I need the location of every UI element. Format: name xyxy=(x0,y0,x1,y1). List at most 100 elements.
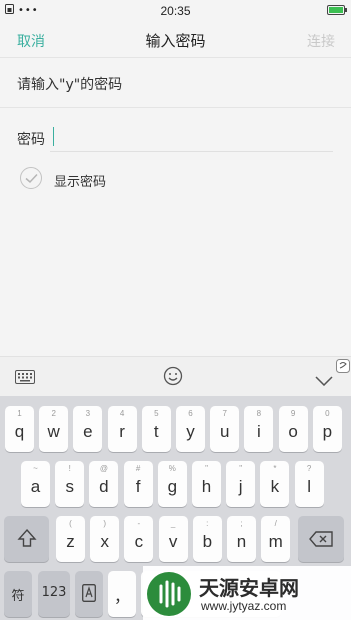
key-sub-label: 7 xyxy=(222,409,227,418)
key-a[interactable]: ~ a xyxy=(21,461,50,507)
key-sub-label: " xyxy=(205,464,208,473)
status-time: 20:35 xyxy=(160,4,191,18)
key-sub-label: @ xyxy=(99,464,108,473)
key-i[interactable]: 8i xyxy=(244,406,274,452)
shift-key[interactable] xyxy=(4,516,49,562)
key-label: l xyxy=(307,477,311,496)
chevron-down-icon[interactable] xyxy=(315,371,333,390)
header-divider xyxy=(0,57,351,58)
key-sub-label: 6 xyxy=(188,409,193,418)
key-j[interactable]: " j xyxy=(226,461,256,507)
watermark: 天源安卓网 www.jytyaz.com xyxy=(143,566,351,620)
key-label: z xyxy=(66,532,75,551)
key-q[interactable]: 1q xyxy=(5,406,34,452)
key-label: x xyxy=(100,532,109,551)
key-label: o xyxy=(288,422,298,441)
key-g[interactable]: % g xyxy=(157,461,187,507)
watermark-url: www.jytyaz.com xyxy=(201,599,287,613)
key-sub-label: / xyxy=(274,519,277,528)
text-caret xyxy=(53,127,54,146)
key-s[interactable]: ! s xyxy=(55,461,85,507)
key-label: n xyxy=(236,532,247,551)
key-v[interactable]: _ v xyxy=(158,516,188,562)
key-n[interactable]: ; n xyxy=(227,516,256,562)
key-sub-label: # xyxy=(135,464,141,473)
comma-key[interactable]: ， xyxy=(108,571,136,617)
key-label: y xyxy=(186,422,195,441)
key-sub-label: 3 xyxy=(85,409,91,418)
battery-icon xyxy=(327,5,347,15)
show-password-checkbox[interactable] xyxy=(20,167,42,189)
key-sub-label: 4 xyxy=(119,409,125,418)
header: 取消 输入密码 连接 xyxy=(0,22,351,58)
symbol-key-label: 符 xyxy=(11,589,25,604)
key-sub-label: 5 xyxy=(154,409,159,418)
key-sub-label: " xyxy=(239,464,243,473)
key-label: w xyxy=(47,422,60,441)
key-label: r xyxy=(119,422,125,441)
emoji-icon[interactable] xyxy=(163,366,183,390)
key-sub-label: - xyxy=(137,519,141,528)
key-label: j xyxy=(238,477,243,496)
key-sub-label: 8 xyxy=(256,409,262,418)
status-bar: ••• 20:35 xyxy=(0,0,351,22)
keyboard-toolbar xyxy=(0,356,351,396)
key-l[interactable]: ? l xyxy=(294,461,324,507)
backspace-icon xyxy=(309,531,333,547)
key-label: q xyxy=(14,422,25,441)
language-icon xyxy=(82,584,96,602)
key-label: u xyxy=(219,422,230,441)
key-label: s xyxy=(65,477,74,496)
key-sub-label: ; xyxy=(240,519,243,528)
key-label: d xyxy=(99,477,109,496)
key-sub-label: 2 xyxy=(51,409,56,418)
key-b[interactable]: :b xyxy=(192,516,222,562)
key-y[interactable]: 6y xyxy=(176,406,205,452)
number-key[interactable]: 123 xyxy=(38,571,70,617)
keyboard-icon[interactable] xyxy=(15,369,35,388)
connect-button[interactable]: 连接 xyxy=(307,31,335,51)
key-sub-label: ~ xyxy=(33,464,38,473)
key-k[interactable]: * k xyxy=(260,461,290,507)
watermark-brand: 天源安卓网 xyxy=(199,576,299,600)
key-w[interactable]: 2w xyxy=(39,406,69,452)
page-title: 输入密码 xyxy=(145,32,206,50)
key-sub-label: 9 xyxy=(290,409,296,418)
key-r[interactable]: 4r xyxy=(107,406,137,452)
key-sub-label: ) xyxy=(103,519,107,528)
prompt-divider xyxy=(0,107,351,108)
number-key-label: 123 xyxy=(41,585,67,600)
key-c[interactable]: -c xyxy=(124,516,154,562)
password-input[interactable] xyxy=(50,124,333,152)
key-e[interactable]: 3e xyxy=(73,406,103,452)
key-m[interactable]: / m xyxy=(261,516,291,562)
key-label: b xyxy=(202,532,213,551)
key-z[interactable]: (z xyxy=(56,516,85,562)
key-label: h xyxy=(201,477,212,496)
key-o[interactable]: 9o xyxy=(278,406,308,452)
backspace-key[interactable] xyxy=(298,516,344,562)
key-label: m xyxy=(268,532,283,551)
key-sub-label: _ xyxy=(170,519,176,528)
key-sub-label: 0 xyxy=(325,409,330,418)
key-sub-label: ? xyxy=(306,464,312,473)
shift-icon xyxy=(17,528,37,547)
key-p[interactable]: 0p xyxy=(312,406,342,452)
key-u[interactable]: 7u xyxy=(210,406,240,452)
key-sub-label: * xyxy=(273,464,277,473)
key-label: a xyxy=(30,477,41,496)
key-f[interactable]: # f xyxy=(123,461,153,507)
key-label: p xyxy=(322,422,333,441)
key-label: k xyxy=(270,477,280,496)
show-password-label[interactable]: 显示密码 xyxy=(54,171,106,190)
key-x[interactable]: ) x xyxy=(90,516,120,562)
key-d[interactable]: @ d xyxy=(89,461,119,507)
symbol-key[interactable]: 符 xyxy=(4,571,32,617)
language-key[interactable] xyxy=(75,571,103,617)
watermark-logo-icon xyxy=(147,572,191,616)
key-t[interactable]: 5t xyxy=(141,406,171,452)
key-h[interactable]: " h xyxy=(192,461,221,507)
key-sub-label: ! xyxy=(68,464,71,473)
key-label: e xyxy=(83,422,93,441)
key-sub-label: 1 xyxy=(17,409,22,418)
